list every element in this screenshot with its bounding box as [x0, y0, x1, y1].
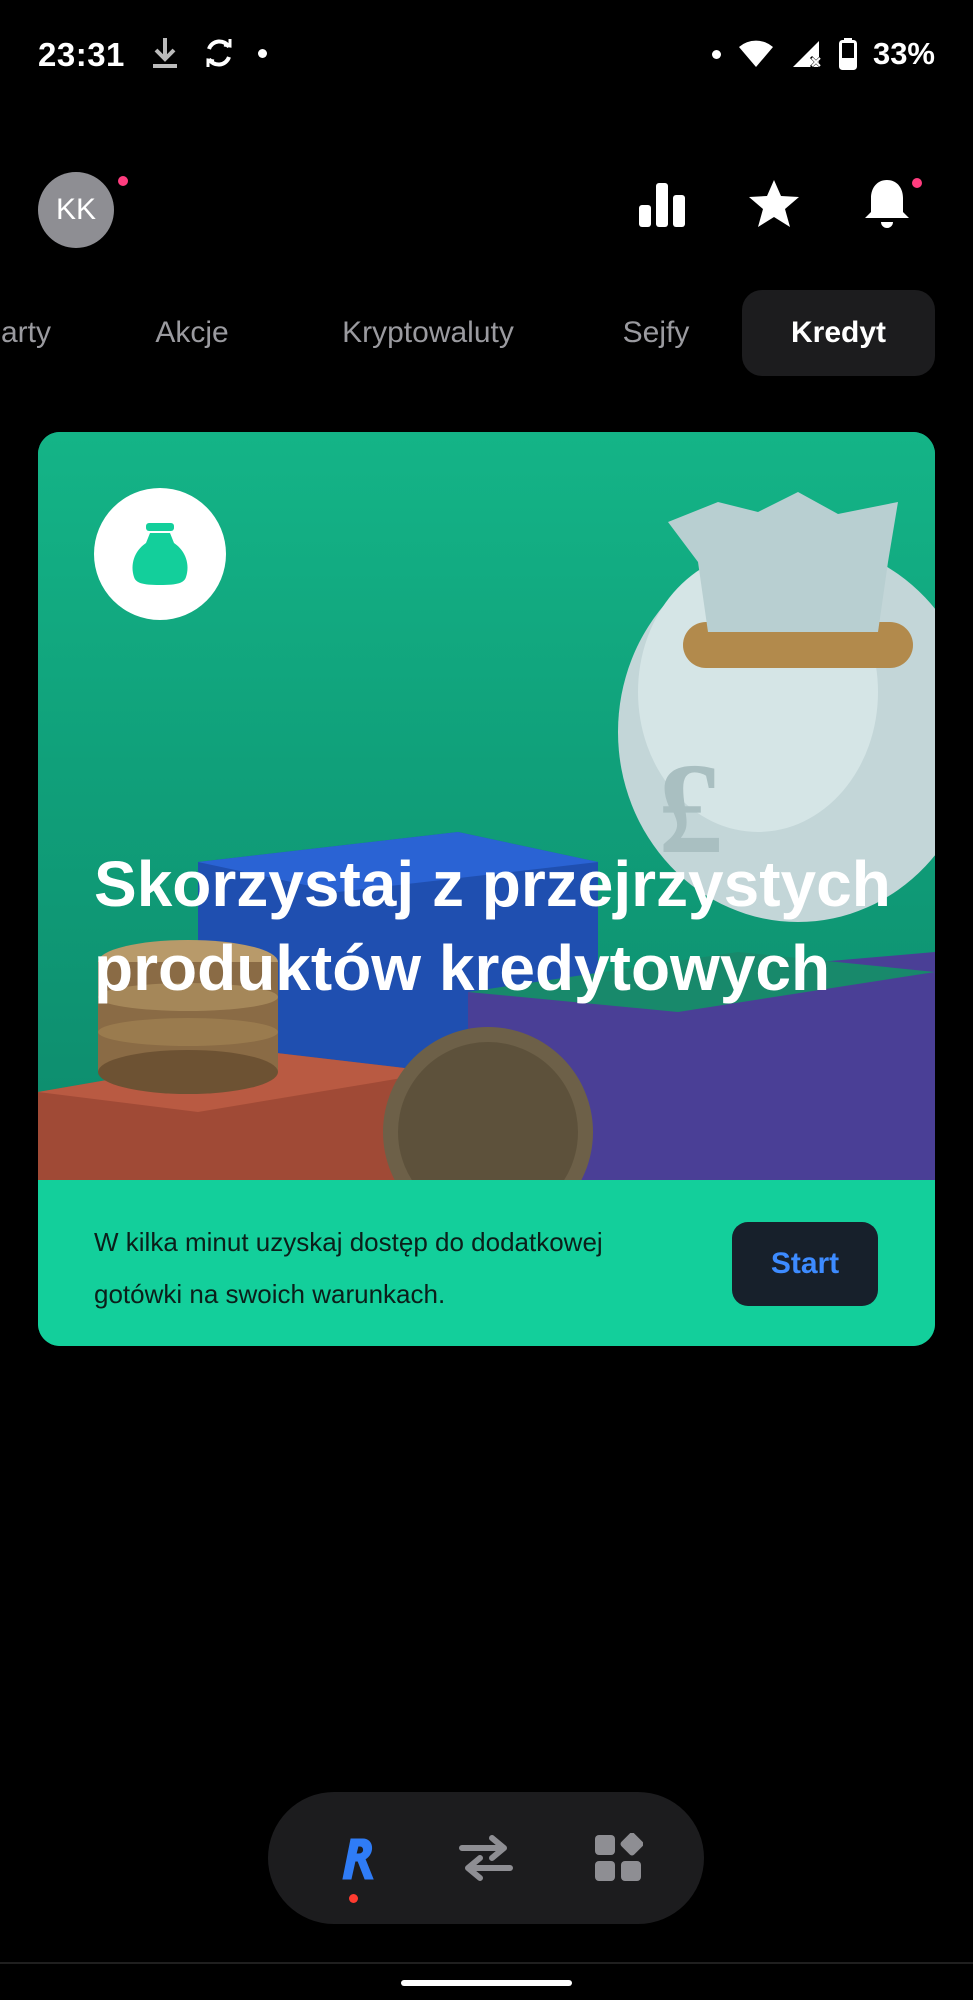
battery-icon	[838, 38, 857, 70]
tab-label: Kredyt	[790, 316, 887, 349]
card-hero-image: £ Skorzystaj z przejrzystych produktów k…	[38, 432, 935, 1180]
avatar[interactable]: KK	[38, 172, 114, 248]
nav-divider	[0, 1962, 973, 1964]
status-left-icons	[150, 36, 267, 70]
avatar-initials: KK	[55, 193, 97, 226]
status-bar: 23:31 33%	[0, 0, 973, 112]
tab-akcje[interactable]: Akcje	[132, 290, 252, 376]
tab-kredyt[interactable]: Kredyt	[742, 290, 935, 376]
tab-karty[interactable]: arty	[0, 290, 62, 376]
transfer-icon[interactable]	[450, 1822, 522, 1894]
card-footer: W kilka minut uzyskaj dostęp do dodatkow…	[38, 1180, 935, 1346]
tab-label: Akcje	[155, 316, 229, 349]
status-dot-icon	[711, 49, 721, 59]
download-icon	[153, 38, 177, 68]
tab-label: Sejfy	[622, 316, 690, 349]
status-time: 23:31	[38, 36, 125, 73]
tab-sejfy[interactable]: Sejfy	[604, 290, 708, 376]
bottom-nav	[268, 1792, 704, 1924]
money-bag-icon	[94, 488, 226, 620]
nav-active-dot	[349, 1894, 358, 1903]
battery-percentage: 33%	[872, 36, 935, 71]
sync-icon	[206, 39, 232, 67]
star-icon[interactable]	[742, 172, 806, 236]
notification-dot-icon	[258, 48, 267, 58]
start-button[interactable]: Start	[732, 1222, 878, 1306]
avatar-notification-dot	[118, 176, 128, 186]
chart-icon[interactable]	[630, 172, 694, 236]
wifi-icon	[738, 40, 773, 67]
signal-icon	[792, 41, 823, 69]
card-description: W kilka minut uzyskaj dostęp do dodatkow…	[94, 1227, 603, 1309]
tab-kryptowaluty[interactable]: Kryptowaluty	[318, 290, 538, 376]
home-indicator[interactable]	[401, 1980, 572, 1986]
home-r-icon[interactable]	[318, 1822, 390, 1894]
tab-label: Kryptowaluty	[342, 316, 514, 349]
credit-promo-card: £ Skorzystaj z przejrzystych produktów k…	[38, 432, 935, 1346]
card-title: Skorzystaj z przejrzystych produktów kre…	[94, 848, 891, 1004]
status-right-icons: 33%	[711, 36, 935, 72]
apps-icon[interactable]	[582, 1822, 654, 1894]
bell-notification-dot	[912, 178, 922, 188]
tab-label: arty	[0, 316, 51, 349]
bell-icon[interactable]	[855, 172, 919, 236]
category-tabs: arty Akcje Kryptowaluty Sejfy Kredyt	[0, 290, 973, 376]
